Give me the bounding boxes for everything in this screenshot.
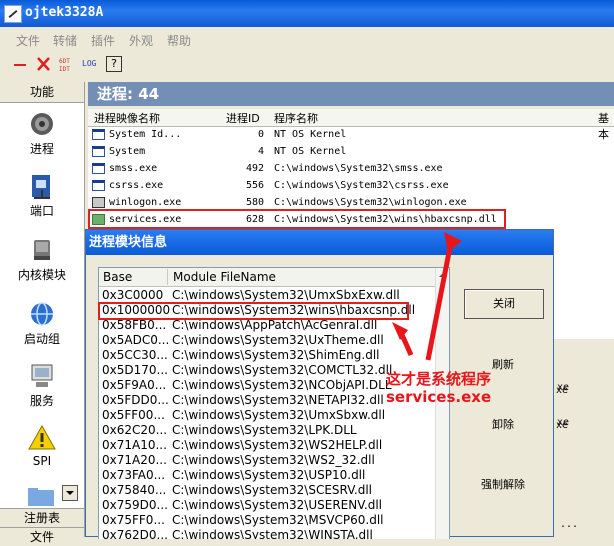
annotation-arrows xyxy=(392,232,462,361)
annotation-line1: 这才是系统程序 xyxy=(386,370,492,388)
annotation-line2: services.exe xyxy=(386,388,492,406)
